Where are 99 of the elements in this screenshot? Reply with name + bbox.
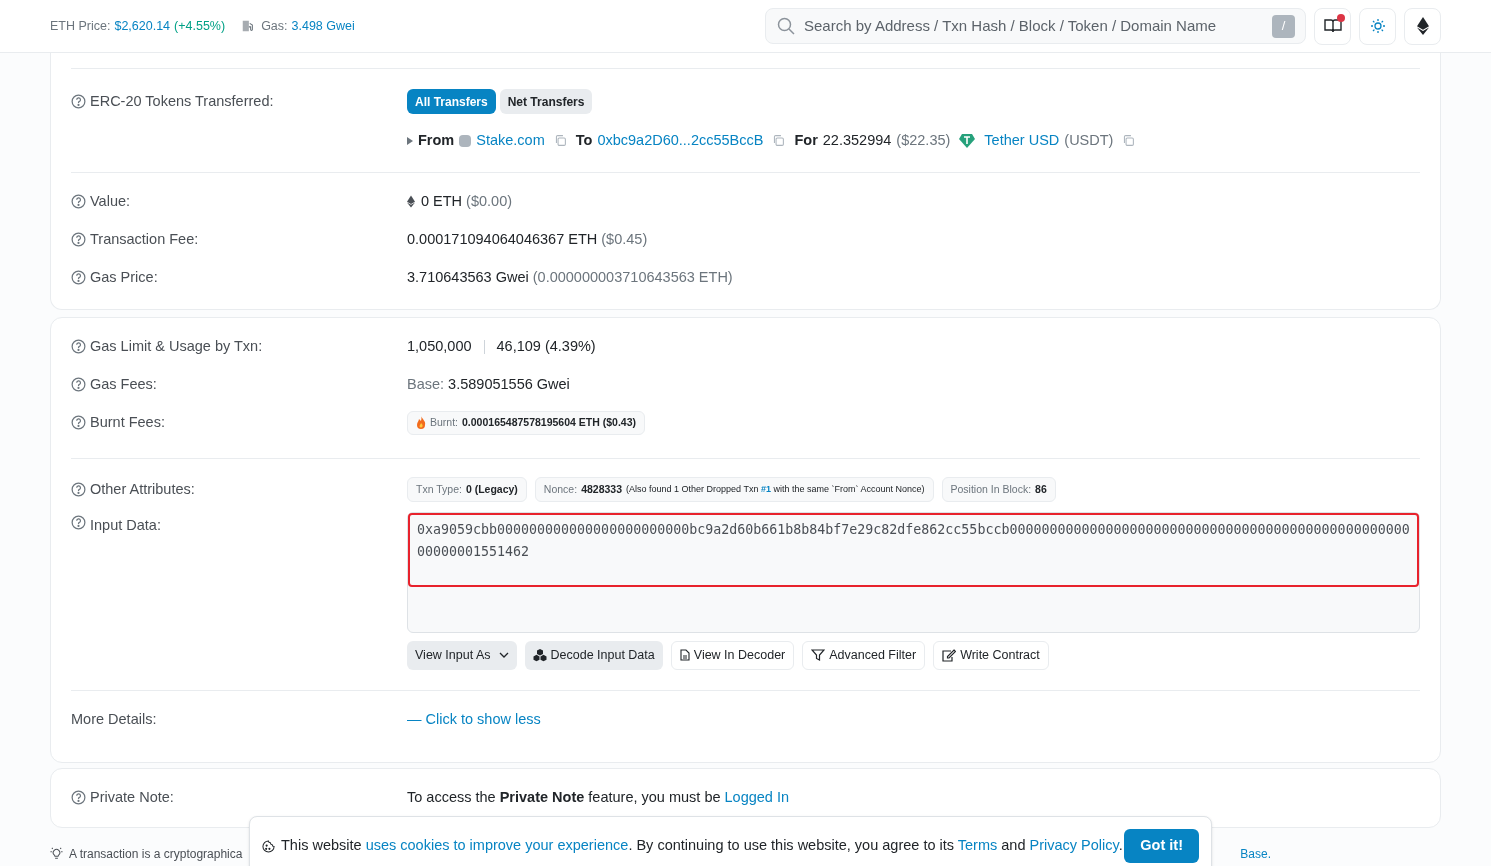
search-input[interactable]: Search by Address / Txn Hash / Block / Token / Domain Name [804, 14, 1264, 38]
input-data-button[interactable]: Write Contract [933, 640, 1049, 670]
copy-icon[interactable] [772, 134, 786, 148]
field-label: More Details: [71, 710, 157, 730]
tether-logo-icon [959, 133, 976, 148]
field-label: Gas Price: [90, 267, 158, 287]
dropped-txn-link[interactable]: #1 [760, 484, 771, 494]
theme-button[interactable] [1359, 7, 1396, 45]
lightbulb-icon [50, 847, 63, 861]
token-link[interactable]: Tether USD [984, 130, 1060, 152]
field-value: 0.000171094064046367 ETH [407, 229, 598, 249]
input-data-button[interactable]: View In Decoder [670, 640, 795, 670]
gas-price-link[interactable]: 3.498 Gwei [291, 16, 355, 36]
book-icon [1323, 18, 1342, 34]
usd-amount: ($22.35) [896, 131, 951, 150]
eth-price-label: ETH Price: [50, 17, 111, 35]
burnt-label: Burnt: [430, 414, 458, 430]
cookie-icon [262, 839, 275, 853]
copy-icon[interactable] [1122, 134, 1136, 148]
cookie-text: This website uses cookies to improve your experience. By continuing to use this website, you agree to its Terms and Privacy Policy. [281, 836, 1123, 856]
attribute-key: Nonce: [543, 481, 578, 498]
edit-icon [942, 648, 957, 662]
login-link[interactable]: Logged In [724, 786, 790, 809]
field-label: ERC-20 Tokens Transferred: [90, 91, 274, 111]
cookie-policy-link[interactable]: uses cookies to improve your experience [365, 837, 629, 854]
field-label: Other Attributes: [90, 479, 195, 499]
attribute-key: Txn Type: [416, 481, 462, 498]
gas-usage: 46,109 (4.39%) [496, 336, 596, 356]
gas-limit: 1,050,000 [407, 336, 472, 356]
question-icon [71, 415, 86, 431]
sun-icon [1369, 18, 1386, 34]
field-label: Transaction Fee: [90, 229, 199, 249]
burnt-value: 0.000165487578195604 ETH ($0.43) [462, 414, 636, 430]
field-label: Gas Fees: [90, 374, 157, 394]
input-data-button[interactable]: Advanced Filter [802, 640, 926, 670]
transfers-tab[interactable]: Net Transfers [499, 89, 593, 114]
field-value-usd: ($0.45) [601, 229, 648, 249]
question-icon [71, 270, 86, 286]
question-icon [71, 377, 86, 393]
caret-icon[interactable] [407, 136, 413, 145]
ethereum-icon [407, 195, 415, 209]
field-label: Burnt Fees: [90, 412, 165, 432]
field-label: Input Data: [90, 515, 161, 535]
private-note-text: To access the Private Note feature, you must be [407, 787, 721, 807]
question-icon [71, 514, 86, 530]
question-icon [71, 94, 86, 109]
question-icon [71, 790, 86, 806]
transfers-tab[interactable]: All Transfers [407, 89, 496, 114]
field-label: Private Note: [90, 787, 174, 807]
ethereum-icon [1416, 17, 1429, 35]
field-value: 3.710643563 Gwei [407, 267, 529, 287]
price-change: (+4.55%) [174, 17, 226, 35]
input-data-button[interactable]: Decode Input Data [524, 640, 663, 670]
attribute-key: Position In Block: [950, 481, 1032, 498]
attribute-value: 0 (Legacy) [465, 481, 518, 497]
base-fee-label: Base: [407, 374, 445, 394]
search-icon [776, 16, 796, 36]
for-label: For [794, 131, 818, 150]
filter-icon [811, 649, 826, 662]
question-icon [71, 232, 86, 248]
cubes-icon [532, 648, 547, 662]
show-less-link[interactable]: — Click to show less [407, 709, 541, 732]
book-button[interactable] [1314, 7, 1351, 45]
token-symbol: (USDT) [1064, 131, 1114, 150]
input-data-field[interactable]: 0xa9059cbb000000000000000000000000bc9a2d60b661b8b84bf7e29c82dfe862cc55bccb0000000000000000000000000000000000000000000000000000000001551462 [407, 511, 1420, 633]
question-icon [71, 482, 86, 498]
footer-link[interactable]: Base. [1240, 844, 1271, 863]
copy-icon[interactable] [553, 134, 567, 148]
network-button[interactable] [1404, 7, 1441, 45]
fire-icon [416, 416, 426, 430]
token-amount: 22.352994 [822, 131, 892, 150]
footer-text: A transaction is a cryptographica [69, 845, 243, 863]
nonce-note: (Also found 1 Other Dropped Txn #1 with the same `From` Account Nonce) [626, 483, 925, 496]
keyboard-shortcut: / [1272, 14, 1295, 38]
attribute-value: 4828333 [581, 481, 623, 497]
file-icon [679, 649, 690, 662]
chevron-down-icon [498, 652, 509, 659]
question-icon [71, 194, 86, 210]
field-value-usd: ($0.00) [466, 191, 513, 211]
privacy-policy-link[interactable]: Privacy Policy [1029, 837, 1119, 854]
gas-label: Gas: [261, 17, 288, 35]
gas-pump-icon [241, 19, 256, 33]
to-address-link[interactable]: 0xbc9a2D60...2cc55BccB [597, 130, 764, 152]
field-label: Gas Limit & Usage by Txn: [90, 336, 263, 356]
terms-link[interactable]: Terms [957, 837, 998, 854]
input-data-button[interactable]: View Input As [407, 640, 517, 670]
from-address-link[interactable]: Stake.com [476, 130, 545, 152]
from-label: From [418, 131, 455, 150]
eth-price-link[interactable]: $2,620.14 [114, 16, 171, 36]
field-value-usd: (0.000000003710643563 ETH) [532, 267, 733, 287]
question-icon [71, 339, 86, 355]
stake-logo-icon [459, 134, 472, 147]
base-fee-value: 3.589051556 Gwei [448, 374, 570, 394]
input-data-text: 0xa9059cbb000000000000000000000000bc9a2d60b661b8b84bf7e29c82dfe862cc55bccb0000000000000000000000000000000000000000000000000000000001551462 [416, 520, 1411, 561]
attribute-value: 86 [1035, 481, 1047, 497]
field-label: Value: [90, 191, 131, 211]
to-label: To [575, 131, 593, 150]
accept-cookies-button[interactable]: Got it! [1124, 829, 1199, 863]
field-value: 0 ETH [421, 191, 463, 211]
